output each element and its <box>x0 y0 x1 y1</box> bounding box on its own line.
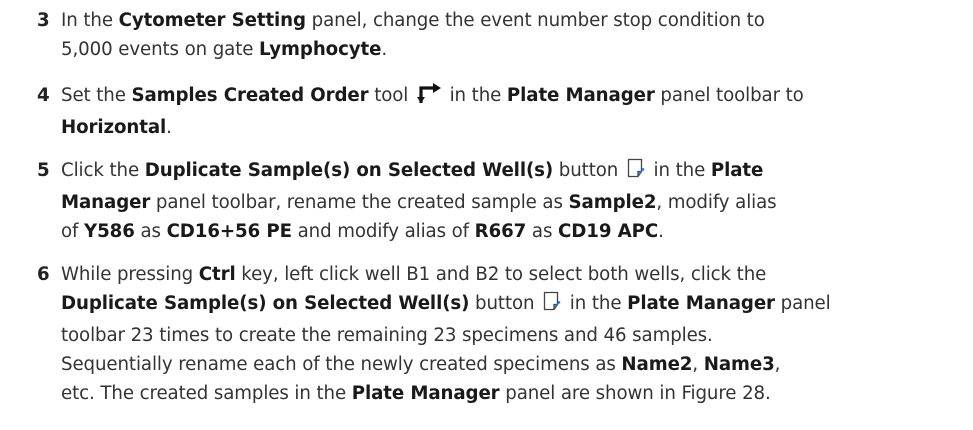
text-run: toolbar 23 times to create the remaining… <box>61 325 713 346</box>
text-run: as <box>134 221 167 242</box>
text-run: panel <box>774 293 831 314</box>
step-number: 4 <box>37 85 50 106</box>
text-run: In the <box>61 10 119 31</box>
text-run: . <box>658 221 664 242</box>
text-run: of <box>61 221 85 242</box>
instruction-page: 3 In the Cytometer Setting panel, change… <box>0 0 973 430</box>
step-text: Click the Duplicate Sample(s) on Selecte… <box>61 156 966 246</box>
text-run: Click the <box>61 160 145 181</box>
step-text: In the Cytometer Setting panel, change t… <box>61 6 966 64</box>
bold-term: Horizontal <box>61 117 167 138</box>
step-number: 3 <box>37 10 50 31</box>
text-run: button <box>553 160 624 181</box>
bold-term: Plate Manager <box>506 85 655 106</box>
step-number: 6 <box>37 264 50 285</box>
text-run: panel toolbar to <box>654 85 804 106</box>
text-run: , modify alias <box>656 192 777 213</box>
bold-term: R667 <box>474 221 527 242</box>
text-line: Set the Samples Created Order tool in th… <box>61 81 966 113</box>
text-run: While pressing <box>61 264 199 285</box>
text-line: toolbar 23 times to create the remaining… <box>61 321 966 350</box>
text-line: Manager panel toolbar, rename the create… <box>61 188 966 217</box>
text-line: of Y586 as CD16+56 PE and modify alias o… <box>61 217 966 246</box>
bold-term: CD19 APC <box>558 221 659 242</box>
text-line: While pressing Ctrl key, left click well… <box>61 260 966 289</box>
text-run: Sequentially rename each of the newly cr… <box>61 354 622 375</box>
duplicate-sample-icon <box>542 290 562 321</box>
text-run: , <box>692 354 704 375</box>
bold-term: Y586 <box>84 221 135 242</box>
text-line: etc. The created samples in the Plate Ma… <box>61 379 966 408</box>
text-run: tool <box>368 85 414 106</box>
bold-term: Manager <box>61 192 151 213</box>
text-run: in the <box>443 85 507 106</box>
text-line: Horizontal. <box>61 113 966 142</box>
text-run: panel are shown in Figure 28. <box>499 383 771 404</box>
bold-term: Name3 <box>703 354 775 375</box>
text-run: panel toolbar, rename the created sample… <box>150 192 569 213</box>
text-line: Sequentially rename each of the newly cr… <box>61 350 966 379</box>
text-run: key, left click well B1 and B2 to select… <box>235 264 767 285</box>
duplicate-sample-icon <box>626 157 646 188</box>
text-run: and modify alias of <box>291 221 475 242</box>
step-text: Set the Samples Created Order tool in th… <box>61 81 966 142</box>
bold-term: Sample2 <box>568 192 657 213</box>
step-text: While pressing Ctrl key, left click well… <box>61 260 966 408</box>
bold-term: Plate Manager <box>627 293 775 314</box>
text-run: in the <box>564 293 628 314</box>
bold-term: Name2 <box>621 354 693 375</box>
text-run: etc. The created samples in the <box>61 383 352 404</box>
text-run: . <box>166 117 172 138</box>
bold-term: Plate <box>710 160 764 181</box>
text-run: button <box>469 293 541 314</box>
bold-term: Cytometer Setting <box>118 10 306 31</box>
text-run: 5,000 events on gate <box>61 39 260 60</box>
text-line: 5,000 events on gate Lymphocyte. <box>61 35 966 64</box>
bold-term: Samples Created Order <box>131 85 369 106</box>
text-run: Set the <box>61 85 132 106</box>
text-run: . <box>381 39 388 60</box>
bold-term: CD16+56 PE <box>166 221 292 242</box>
text-line: Duplicate Sample(s) on Selected Well(s) … <box>61 289 966 321</box>
text-run: in the <box>647 160 711 181</box>
text-run: , <box>774 354 781 375</box>
bold-term: Lymphocyte <box>259 39 382 60</box>
step-number: 5 <box>37 160 50 181</box>
bold-term: Duplicate Sample(s) on Selected Well(s) <box>144 160 554 181</box>
text-run: panel, change the event number stop cond… <box>305 10 765 31</box>
bold-term: Ctrl <box>198 264 236 285</box>
text-line: Click the Duplicate Sample(s) on Selecte… <box>61 156 966 188</box>
samples-created-order-icon <box>416 82 442 113</box>
text-line: In the Cytometer Setting panel, change t… <box>61 6 966 35</box>
bold-term: Duplicate Sample(s) on Selected Well(s) <box>61 293 470 314</box>
bold-term: Plate Manager <box>351 383 500 404</box>
text-run: as <box>526 221 559 242</box>
